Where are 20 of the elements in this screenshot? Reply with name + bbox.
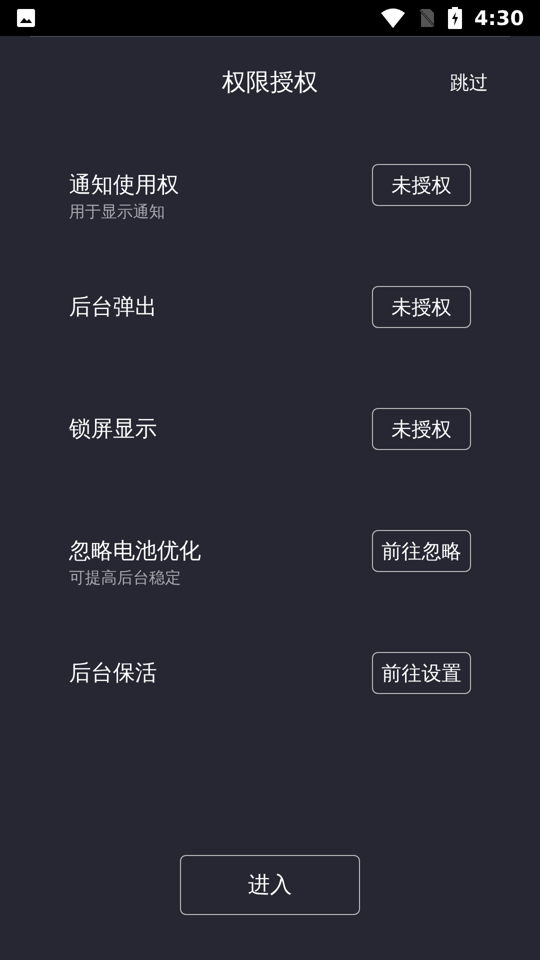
permission-button[interactable]: 未授权 <box>372 286 471 328</box>
battery-charging-icon <box>448 7 462 29</box>
permission-title: 锁屏显示 <box>69 416 157 444</box>
image-icon <box>16 8 36 28</box>
permission-button[interactable]: 前往设置 <box>372 652 471 694</box>
permission-button[interactable]: 前往忽略 <box>372 530 471 572</box>
permission-button[interactable]: 未授权 <box>372 408 471 450</box>
permission-title: 忽略电池优化 <box>69 538 201 566</box>
skip-link[interactable]: 跳过 <box>450 69 488 98</box>
wifi-icon <box>380 8 406 28</box>
page-title: 权限授权 <box>222 67 318 98</box>
permission-description: 可提高后台稳定 <box>69 568 182 588</box>
clock-time: 4:30 <box>474 5 524 32</box>
no-sim-icon <box>418 8 436 28</box>
permission-description: 用于显示通知 <box>69 202 166 222</box>
enter-button[interactable]: 进入 <box>180 855 360 915</box>
permission-title: 后台保活 <box>69 660 157 688</box>
permission-title: 后台弹出 <box>69 294 157 322</box>
permission-title: 通知使用权 <box>69 172 179 200</box>
permission-button[interactable]: 未授权 <box>372 164 471 206</box>
